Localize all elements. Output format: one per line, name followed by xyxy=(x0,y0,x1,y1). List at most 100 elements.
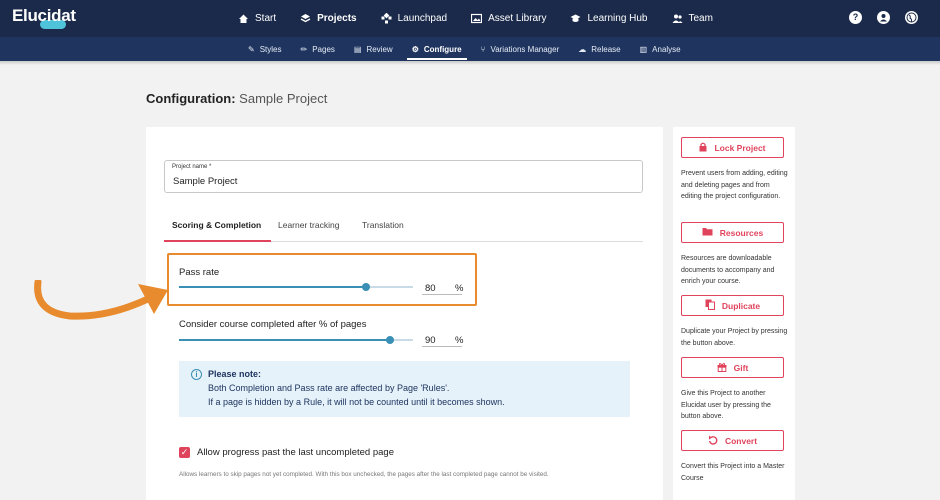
duplicate-button[interactable]: Duplicate xyxy=(681,295,784,316)
gift-desc: Give this Project to another Elucidat us… xyxy=(681,390,771,420)
help-icon[interactable]: ? xyxy=(849,11,862,24)
nav-label-team: Team xyxy=(688,13,713,24)
subnav-item-pages[interactable]: ✏ Pages xyxy=(301,37,335,61)
lock-icon xyxy=(699,142,707,154)
tab-learner-tracking[interactable]: Learner tracking xyxy=(278,220,339,242)
project-name-label: Project name * xyxy=(172,164,212,170)
nav-label-asset-library: Asset Library xyxy=(488,13,547,24)
page-title-project: Sample Project xyxy=(239,91,328,106)
convert-button[interactable]: Convert xyxy=(681,430,784,451)
bar-chart-icon: ▥ xyxy=(639,44,648,54)
pass-rate-highlight-box xyxy=(167,253,477,306)
allow-progress-label: Allow progress past the last uncompleted… xyxy=(197,447,394,458)
folder-icon xyxy=(702,227,713,238)
project-name-field[interactable]: Project name * xyxy=(164,160,643,193)
comment-icon: ▤ xyxy=(353,44,362,54)
layers-icon xyxy=(300,13,311,24)
image-icon xyxy=(471,13,483,24)
tab-label-translation: Translation xyxy=(362,220,404,230)
completion-label: Consider course completed after % of pag… xyxy=(179,319,367,330)
nav-label-start: Start xyxy=(255,13,277,24)
resources-desc: Resources are downloadable documents to … xyxy=(681,255,775,285)
subnav-label-release: Release xyxy=(591,44,621,54)
annotation-arrow-icon xyxy=(34,280,168,320)
subnav-item-configure[interactable]: ⚙ Configure xyxy=(406,37,467,61)
duplicate-label: Duplicate xyxy=(721,300,761,311)
resources-label: Resources xyxy=(719,227,764,238)
page-title-prefix: Configuration: xyxy=(146,91,236,106)
user-icon[interactable] xyxy=(877,11,890,24)
nav-label-launchpad: Launchpad xyxy=(397,13,448,24)
subnav-label-configure: Configure xyxy=(423,44,462,54)
nav-item-start[interactable]: Start xyxy=(238,13,276,24)
launchpad-icon xyxy=(381,13,392,24)
info-icon: i xyxy=(191,369,202,380)
sub-nav: ✎ Styles ✏ Pages ▤ Review ⚙ Configure ⑂ Varia… xyxy=(248,37,700,61)
allow-progress-checkbox[interactable]: ✓ xyxy=(179,447,190,458)
config-tabs: Scoring & Completion Learner tracking Tr… xyxy=(164,220,643,242)
nav-label-learning-hub: Learning Hub xyxy=(587,13,648,24)
nav-item-projects[interactable]: Projects xyxy=(300,13,357,24)
subnav-item-analyse[interactable]: ▥ Analyse xyxy=(640,37,681,61)
subnav-label-analyse: Analyse xyxy=(652,44,681,54)
gift-label: Gift xyxy=(733,362,749,373)
configuration-panel: Project name * Scoring & Completion Lear… xyxy=(146,127,663,500)
tab-scoring-completion[interactable]: Scoring & Completion xyxy=(164,220,271,242)
convert-desc: Convert this Project into a Master Cours… xyxy=(681,463,785,482)
graduation-cap-icon xyxy=(570,13,581,24)
header-shadow xyxy=(0,61,940,65)
lock-project-label: Lock Project xyxy=(714,142,766,153)
page-title: Configuration: Sample Project xyxy=(146,91,327,106)
completion-group: Consider course completed after % of pag… xyxy=(179,319,366,330)
home-icon xyxy=(238,13,249,24)
subnav-item-variations-manager[interactable]: ⑂ Variations Manager xyxy=(481,37,560,61)
copy-icon xyxy=(705,299,715,312)
gift-button[interactable]: Gift xyxy=(681,357,784,378)
main-nav: Start Projects Launchpad Asset Library L… xyxy=(238,0,737,37)
subnav-item-review[interactable]: ▤ Review xyxy=(354,37,393,61)
completion-slider-handle[interactable] xyxy=(385,336,394,344)
globe-icon[interactable] xyxy=(905,11,918,24)
brush-icon: ✎ xyxy=(248,44,255,54)
completion-slider-fill xyxy=(179,339,390,341)
project-name-input[interactable] xyxy=(173,176,633,187)
sub-navigation-bar: ✎ Styles ✏ Pages ▤ Review ⚙ Configure ⑂ Varia… xyxy=(0,37,940,61)
cloud-upload-icon: ☁ xyxy=(578,44,587,54)
gift-icon xyxy=(717,362,727,374)
subnav-label-pages: Pages xyxy=(312,44,335,54)
duplicate-desc: Duplicate your Project by pressing the b… xyxy=(681,328,788,347)
subnav-item-release[interactable]: ☁ Release xyxy=(578,37,620,61)
nav-item-learning-hub[interactable]: Learning Hub xyxy=(570,13,648,24)
note-title: Please note: xyxy=(208,369,262,379)
gear-icon: ⚙ xyxy=(411,44,419,54)
pencil-icon: ✏ xyxy=(300,44,308,54)
top-navigation-bar: Elucidat Start Projects Launchpad Asset … xyxy=(0,0,940,37)
logo-text: Elucidat xyxy=(12,6,76,25)
team-icon xyxy=(672,13,683,24)
elucidat-logo[interactable]: Elucidat xyxy=(12,6,76,29)
completion-unit: % xyxy=(455,335,464,346)
nav-item-asset-library[interactable]: Asset Library xyxy=(471,13,546,24)
rules-note: i Please note: Both Completion and Pass … xyxy=(179,361,630,417)
tab-label-scoring: Scoring & Completion xyxy=(172,220,262,230)
branch-icon: ⑂ xyxy=(480,44,486,54)
note-line-1: Both Completion and Pass rate are affect… xyxy=(208,383,450,393)
subnav-item-styles[interactable]: ✎ Styles xyxy=(248,37,282,61)
allow-progress-help: Allows learners to skip pages not yet co… xyxy=(179,471,549,478)
project-actions-panel: Lock Project Prevent users from adding, … xyxy=(673,127,795,500)
lock-project-button[interactable]: Lock Project xyxy=(681,137,784,158)
subnav-label-styles: Styles xyxy=(259,44,282,54)
tab-label-learner-tracking: Learner tracking xyxy=(278,220,340,230)
note-line-2: If a page is hidden by a Rule, it will n… xyxy=(208,397,505,407)
nav-item-launchpad[interactable]: Launchpad xyxy=(381,13,448,24)
subnav-label-review: Review xyxy=(366,44,393,54)
nav-item-team[interactable]: Team xyxy=(672,13,713,24)
subnav-label-variations-manager: Variations Manager xyxy=(490,44,560,54)
nav-label-projects: Projects xyxy=(317,13,357,24)
lock-project-desc: Prevent users from adding, editing and d… xyxy=(681,170,788,200)
convert-label: Convert xyxy=(724,435,758,446)
tab-translation[interactable]: Translation xyxy=(362,220,404,242)
undo-icon xyxy=(708,435,718,447)
completion-slider[interactable] xyxy=(179,336,413,344)
resources-button[interactable]: Resources xyxy=(681,222,784,243)
